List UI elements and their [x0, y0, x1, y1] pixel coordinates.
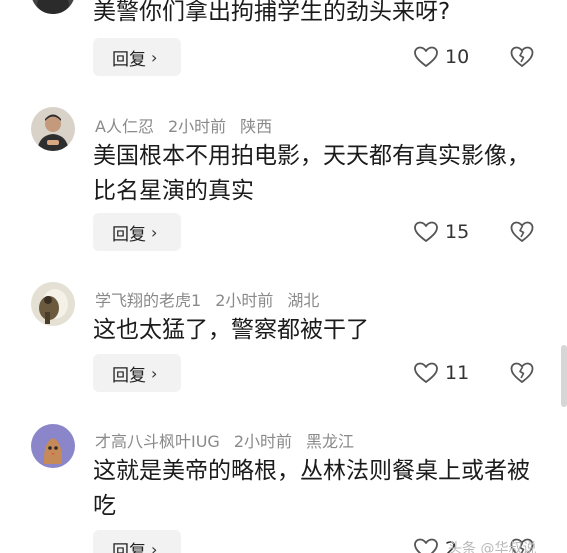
comment-text: 美国根本不用拍电影，天天都有真实影像，比名星演的真实 [93, 143, 530, 204]
comment-text: 这就是美帝的略根，丛林法则餐桌上或者被吃 [93, 458, 530, 519]
broken-heart-icon[interactable] [509, 219, 535, 245]
username[interactable]: 才高八斗枫叶IUG [95, 432, 220, 451]
like-count: 11 [445, 362, 470, 384]
chevron-right-icon: › [151, 539, 158, 553]
heart-icon [414, 221, 438, 242]
like-count: 15 [445, 221, 470, 243]
reply-label: 回复 [112, 541, 146, 553]
scrollbar[interactable] [561, 345, 567, 407]
comment-list: 美警你们拿出拘捕学生的劲头来呀? 回复 › 10 A人仁忍 2小时前 陕西 美国… [0, 0, 567, 553]
heart-icon [414, 538, 438, 553]
reply-button[interactable]: 回复 › [93, 213, 181, 251]
heart-icon [414, 46, 438, 67]
chevron-right-icon: › [151, 363, 158, 383]
comment-meta: 才高八斗枫叶IUG 2小时前 黑龙江 [95, 428, 368, 452]
avatar[interactable] [31, 107, 75, 151]
avatar-image [32, 0, 74, 14]
heart-icon [414, 362, 438, 383]
reply-label: 回复 [112, 365, 146, 386]
reply-button[interactable]: 回复 › [93, 530, 181, 553]
comment-text: 美警你们拿出拘捕学生的劲头来呀? [93, 0, 451, 25]
chevron-right-icon: › [151, 47, 158, 67]
username[interactable]: A人仁忍 [95, 117, 154, 136]
avatar[interactable] [31, 0, 75, 14]
like-button[interactable]: 11 [413, 358, 469, 388]
broken-heart-icon[interactable] [509, 360, 535, 386]
timestamp: 2小时前 [215, 291, 274, 310]
comment-meta: 学飞翔的老虎1 2小时前 湖北 [95, 287, 333, 311]
broken-heart-icon[interactable] [509, 44, 535, 70]
reply-button[interactable]: 回复 › [93, 354, 181, 392]
reply-button[interactable]: 回复 › [93, 38, 181, 76]
comment-text: 这也太猛了，警察都被干了 [93, 317, 369, 343]
like-button[interactable]: 10 [413, 42, 469, 72]
location: 湖北 [287, 291, 320, 310]
watermark: 头条 @华叔说 [448, 541, 537, 553]
username[interactable]: 学飞翔的老虎1 [95, 291, 201, 310]
timestamp: 2小时前 [167, 117, 227, 136]
location: 陕西 [240, 117, 273, 136]
chevron-right-icon: › [151, 222, 158, 242]
reply-label: 回复 [112, 49, 146, 70]
reply-label: 回复 [112, 224, 146, 245]
avatar-image [31, 424, 75, 468]
avatar[interactable] [31, 282, 75, 326]
avatar-image [31, 282, 75, 326]
location: 黑龙江 [306, 432, 355, 451]
avatar[interactable] [31, 424, 75, 468]
avatar-image [31, 107, 75, 151]
timestamp: 2小时前 [233, 432, 293, 451]
comment-meta: A人仁忍 2小时前 陕西 [95, 113, 286, 137]
like-button[interactable]: 15 [413, 217, 469, 247]
like-count: 10 [445, 46, 470, 68]
